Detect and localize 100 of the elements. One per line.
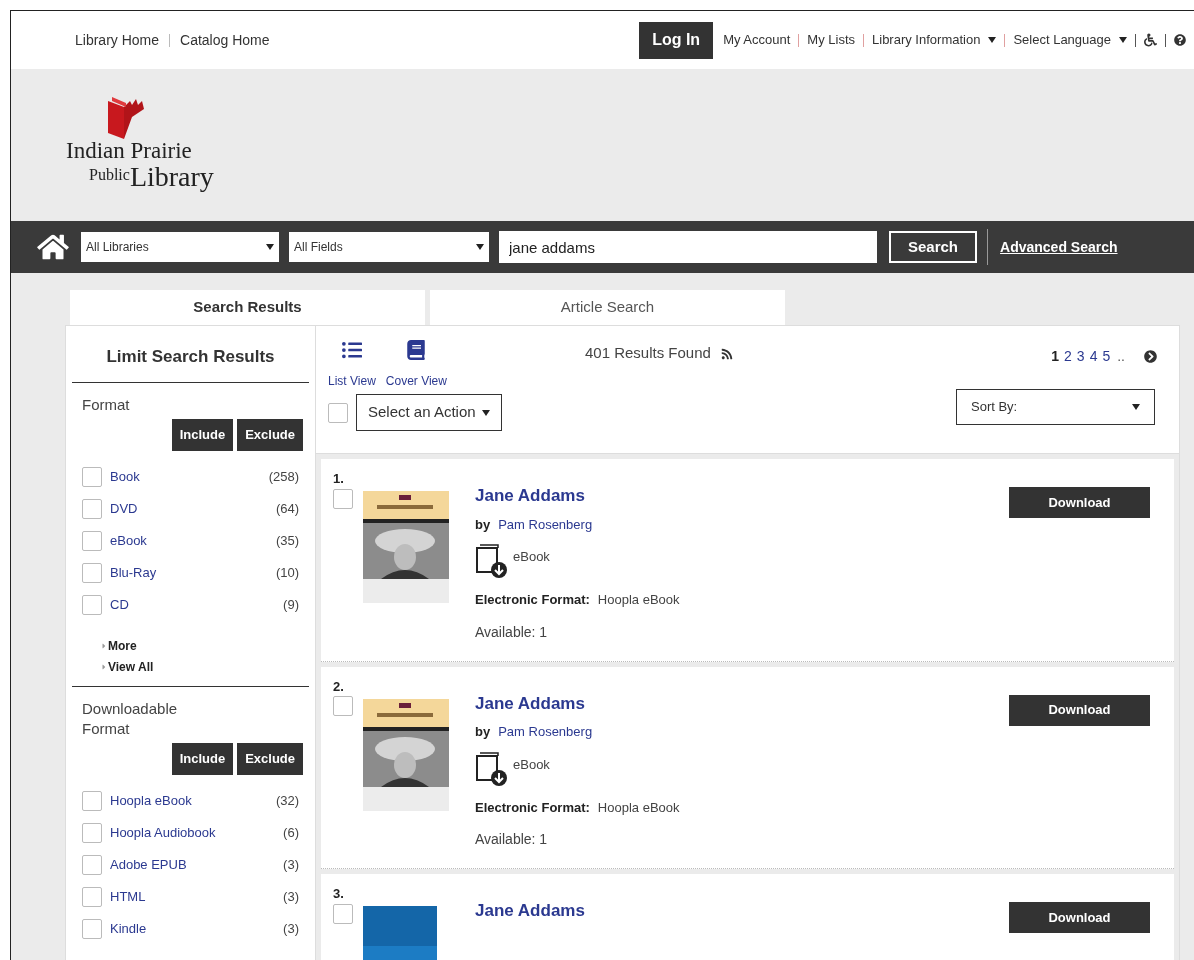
view-toggle[interactable]: Cover View [385,340,447,390]
facet-count: (10) [275,563,299,582]
download-button[interactable]: Download [1009,694,1150,726]
checkbox[interactable] [82,466,102,487]
facet-link[interactable]: DVD [110,498,138,519]
facet-count: (3) [283,919,299,938]
facet-count: (64) [275,499,299,518]
result-title[interactable]: Jane Addams [475,483,1009,509]
search-field[interactable]: jane addams [499,231,877,263]
result-number: 2. [333,677,345,696]
list-icon [341,340,362,360]
nav-link[interactable]: Catalog Home [180,29,270,51]
logo-text: Library [129,163,214,191]
facet-link[interactable]: CD [110,594,129,615]
result-number: 3. [333,885,345,903]
by-label: by [475,515,491,534]
checkbox[interactable] [333,696,353,716]
page-link[interactable]: 4 [1089,346,1098,367]
exclude-button[interactable]: Exclude [237,742,303,775]
view-toggle[interactable]: List View [328,340,376,390]
search-button[interactable]: Search [889,231,978,263]
checkbox[interactable] [82,498,102,519]
caret-icon [988,37,997,43]
action-dropdown[interactable]: Select an Action [356,394,502,431]
nav-link[interactable]: Library Home [75,29,160,51]
checkbox[interactable] [82,594,102,615]
facet-link[interactable]: eBook [110,530,147,551]
facet-count: (32) [275,791,299,810]
checkbox[interactable] [82,790,102,811]
facet-count: (258) [268,467,299,486]
caret-icon [1132,403,1140,410]
caret-icon [266,244,274,250]
facet-link[interactable]: Book [110,466,140,487]
format-label: Electronic Format: [475,591,590,609]
nav-link[interactable]: My Account [723,30,791,50]
include-button[interactable]: Include [171,418,234,451]
checkbox[interactable] [82,562,102,583]
caret-icon [481,409,490,416]
tab[interactable]: Article Search [430,290,785,325]
facet-count: (35) [275,531,299,550]
nav-link[interactable]: My Lists [807,30,855,50]
facet-link[interactable]: Hoopla eBook [110,790,192,811]
facet-link[interactable]: Adobe EPUB [110,854,187,875]
select-all-checkbox[interactable] [328,402,348,423]
by-label: by [475,723,491,741]
exclude-button[interactable]: Exclude [237,418,303,451]
login-button[interactable]: Log In [639,21,714,59]
logo-text: Indian Prairie [66,139,192,163]
facet-title: Downloadable Format [81,698,179,739]
checkbox[interactable] [82,822,102,843]
field-select[interactable]: All Fields [289,232,489,262]
availability-text: Available: 1 [475,830,549,849]
checkbox[interactable] [82,854,102,875]
results-count: 401 Results Found [584,343,711,363]
facet-link[interactable]: Kindle [110,918,147,939]
dropdown-menu-link[interactable]: Library Information [872,30,997,50]
page-link[interactable]: 2 [1064,346,1072,367]
facet-count: (9) [283,595,299,614]
facet-more-link[interactable]: View All [100,657,309,676]
author-link[interactable]: Pam Rosenberg [498,722,593,742]
book-icon [407,340,426,360]
checkbox[interactable] [333,903,353,924]
include-button[interactable]: Include [171,742,234,775]
page-link[interactable]: 5 [1102,346,1111,367]
result-number: 1. [333,470,345,488]
tab[interactable]: Search Results [70,290,425,325]
download-button[interactable]: Download [1009,902,1150,933]
facet-count: (6) [283,823,299,842]
facet-title: Format [81,394,131,415]
facet-link[interactable]: HTML [110,886,146,907]
rss-icon[interactable] [720,348,733,360]
facet-link[interactable]: Blu-Ray [110,562,157,583]
caret-icon [100,662,108,671]
advanced-search-link[interactable]: Advanced Search [1000,236,1118,258]
help-icon[interactable] [1174,34,1186,46]
author-link[interactable]: Pam Rosenberg [498,514,593,534]
availability-text: Available: 1 [475,622,549,642]
checkbox[interactable] [333,488,353,509]
checkbox[interactable] [82,886,102,907]
caret-icon [100,641,108,650]
result-title[interactable]: Jane Addams [475,898,1009,924]
result-title[interactable]: Jane Addams [475,690,1009,716]
facet-more-link[interactable]: More [100,636,309,655]
format-label: Electronic Format: [475,798,590,817]
caret-icon [1119,37,1127,43]
checkbox[interactable] [82,918,102,939]
facet-link[interactable]: Hoopla Audiobook [110,822,216,843]
checkbox[interactable] [82,530,102,551]
home-icon[interactable] [37,233,69,261]
logo-text: Public [89,165,130,183]
item-type: eBook [513,755,550,774]
download-button[interactable]: Download [1009,487,1150,518]
dropdown-menu-link[interactable]: Select Language [1013,30,1127,50]
accessibility-icon[interactable] [1144,33,1157,47]
library-select[interactable]: All Libraries [81,232,279,262]
item-type: eBook [513,548,550,567]
page-link[interactable]: 3 [1076,346,1085,367]
next-page-icon[interactable] [1144,350,1157,363]
page-link[interactable]: 1 [1051,346,1060,367]
sort-dropdown[interactable]: Sort By: [956,388,1155,425]
